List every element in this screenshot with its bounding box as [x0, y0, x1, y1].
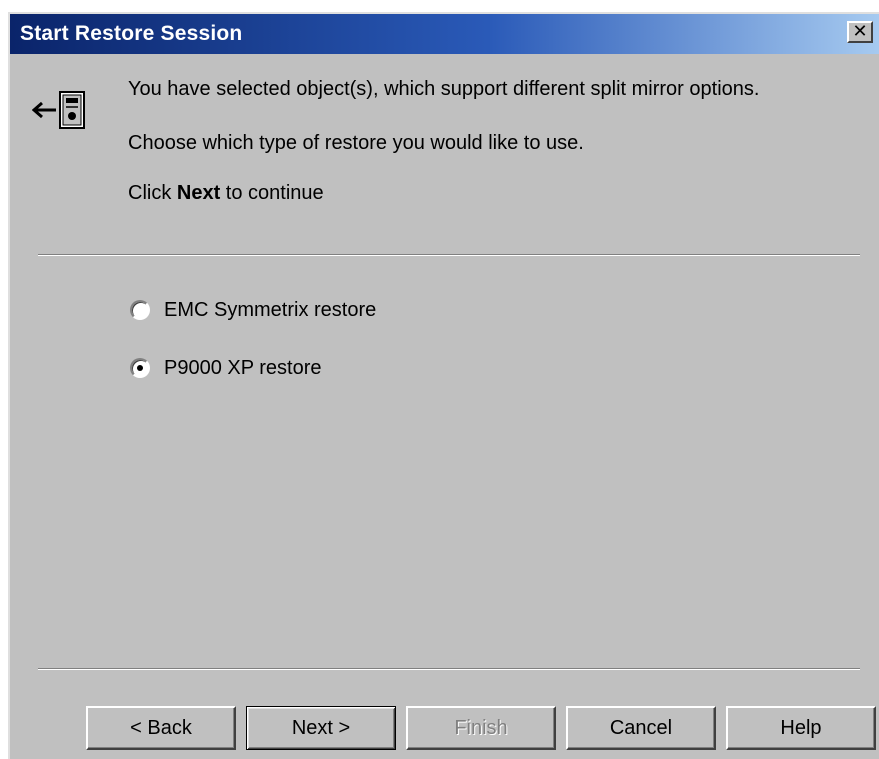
restore-dialog: Start Restore Session ✕ You have selecte…: [8, 12, 879, 759]
radio-selected-dot: [137, 365, 143, 371]
finish-button[interactable]: Finish: [406, 706, 556, 750]
intro-line-3-suffix: to continue: [220, 182, 324, 204]
restore-wizard-icon: [32, 91, 85, 129]
separator-top: [38, 254, 860, 256]
intro-line-1: You have selected object(s), which suppo…: [128, 78, 760, 100]
intro-line-3-prefix: Click: [128, 182, 177, 204]
option-emc-symmetrix-label: EMC Symmetrix restore: [164, 298, 377, 321]
title-bar[interactable]: Start Restore Session ✕: [10, 14, 879, 54]
option-p9000-xp[interactable]: P9000 XP restore: [130, 354, 322, 382]
separator-bottom: [38, 668, 860, 670]
window-title: Start Restore Session: [20, 22, 243, 45]
intro-line-2: Choose which type of restore you would l…: [128, 132, 584, 154]
close-button[interactable]: ✕: [847, 21, 873, 43]
help-button[interactable]: Help: [726, 706, 876, 750]
back-button[interactable]: < Back: [86, 706, 236, 750]
cancel-button[interactable]: Cancel: [566, 706, 716, 750]
intro-line-3-bold: Next: [176, 182, 221, 204]
close-icon: ✕: [852, 21, 868, 42]
option-emc-symmetrix[interactable]: EMC Symmetrix restore: [130, 296, 376, 324]
intro-line-3: Click Next to continue: [128, 182, 324, 205]
option-p9000-xp-label: P9000 XP restore: [164, 356, 322, 379]
next-button[interactable]: Next >: [246, 706, 396, 750]
radio-emc-symmetrix[interactable]: [130, 300, 150, 320]
radio-p9000-xp[interactable]: [130, 358, 150, 378]
